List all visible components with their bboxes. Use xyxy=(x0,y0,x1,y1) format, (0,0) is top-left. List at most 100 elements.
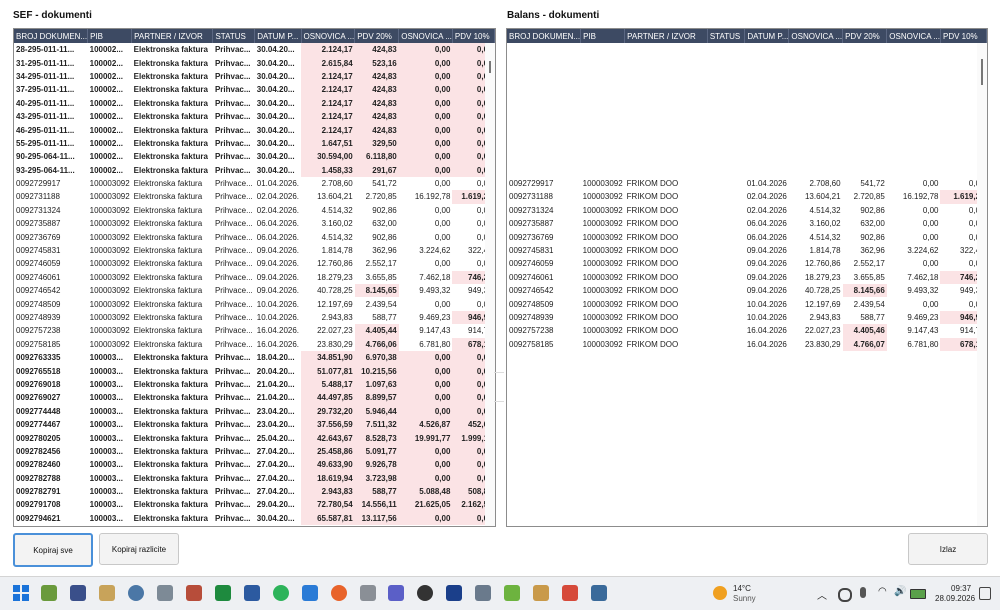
column-header[interactable]: DATUM P... xyxy=(744,29,790,43)
sync-icon[interactable] xyxy=(838,588,852,602)
table-row[interactable]: 0092769018 100003... Elektronska faktura Pr… xyxy=(14,377,495,392)
table-row[interactable]: 0092746061 100003092 FRIKOM DOO 09.04.2026 1… xyxy=(507,270,987,285)
table-row[interactable]: 0092763335 100003... Elektronska faktura Pr… xyxy=(14,350,495,365)
table-row[interactable]: 46-295-011-11... 100002... Elektronska fak… xyxy=(14,123,495,137)
microphone-icon[interactable] xyxy=(860,587,866,598)
column-header[interactable]: OSNOVICA ... xyxy=(788,29,844,43)
table-row[interactable]: 0092758185 100003092 FRIKOM DOO 16.04.2026 2… xyxy=(507,337,987,351)
table-row[interactable]: 43-295-011-11... 100002... Elektronska fak… xyxy=(14,109,495,124)
column-header[interactable]: STATUS xyxy=(212,29,256,43)
table-row[interactable]: 55-295-011-11... 100002... Elektronska fak… xyxy=(14,136,495,151)
app-icon-3[interactable] xyxy=(99,585,115,601)
sef-scrollbar[interactable] xyxy=(485,43,495,526)
column-header[interactable]: OSNOVICA ... xyxy=(398,29,453,43)
column-header[interactable]: BROJ DOKUMEN... xyxy=(14,29,89,43)
table-row[interactable]: 0092735887 100003092 FRIKOM DOO 06.04.2026 3… xyxy=(507,217,987,230)
table-row[interactable]: 0092748939 100003092 FRIKOM DOO 10.04.2026 2… xyxy=(507,310,987,325)
notifications-icon[interactable] xyxy=(979,587,991,600)
column-header[interactable]: PDV 20% xyxy=(354,29,400,43)
table-row[interactable]: 93-295-064-11... 100002... Elektronska fak… xyxy=(14,163,495,177)
spreadsheet-icon[interactable] xyxy=(215,585,231,601)
column-header[interactable]: OSNOVICA ... xyxy=(301,29,356,43)
chevron-up-icon[interactable]: ︿ xyxy=(817,587,827,602)
table-row[interactable]: 31-295-011-11... 100002... Elektronska fak… xyxy=(14,56,495,70)
table-row[interactable]: 0092736769 100003092 Elektronska faktura Pr… xyxy=(14,230,495,243)
table-row[interactable]: 0092729917 100003092 Elektronska faktura Pr… xyxy=(14,177,495,190)
volume-icon[interactable]: 🔊 xyxy=(894,586,906,597)
app-icon-19[interactable] xyxy=(562,585,578,601)
column-header[interactable]: OSNOVICA ... xyxy=(886,29,941,43)
table-row[interactable]: 90-295-064-11... 100002... Elektronska fak… xyxy=(14,150,495,164)
database-icon[interactable] xyxy=(128,585,144,601)
table-row[interactable]: 34-295-011-11... 100002... Elektronska fak… xyxy=(14,69,495,84)
tools-icon[interactable] xyxy=(360,585,376,601)
panel-splitter[interactable] xyxy=(494,372,504,402)
balans-grid[interactable]: BROJ DOKUMEN... PIB PARTNER / IZVOR STATUS D… xyxy=(506,28,988,527)
app-icon-20[interactable] xyxy=(591,585,607,601)
table-row[interactable]: 0092782456 100003... Elektronska faktura Pr… xyxy=(14,444,495,459)
table-row[interactable]: 0092746061 100003092 Elektronska faktura Pr… xyxy=(14,270,495,285)
balans-scrollbar[interactable] xyxy=(977,43,987,526)
table-row[interactable]: 0092780205 100003... Elektronska faktura Pr… xyxy=(14,431,495,445)
table-row[interactable]: 0092729917 100003092 FRIKOM DOO 01.04.2026 2… xyxy=(507,177,987,190)
remote-desktop-icon[interactable] xyxy=(244,585,260,601)
table-row[interactable]: 0092757238 100003092 Elektronska faktura Pr… xyxy=(14,324,495,338)
app-icon-18[interactable] xyxy=(533,585,549,601)
table-row[interactable]: 0092745831 100003092 Elektronska faktura Pr… xyxy=(14,244,495,257)
chat-icon[interactable] xyxy=(273,585,289,601)
table-row[interactable]: 0092731188 100003092 Elektronska faktura Pr… xyxy=(14,190,495,204)
app-icon-10[interactable] xyxy=(302,585,318,601)
table-row[interactable]: 0092774448 100003... Elektronska faktura Pr… xyxy=(14,404,495,418)
column-header[interactable]: STATUS xyxy=(707,29,746,43)
column-header[interactable]: PIB xyxy=(87,29,133,43)
clock-date[interactable]: 28.09.2026 xyxy=(935,594,975,603)
sef-grid[interactable]: BROJ DOKUMEN... PIB PARTNER / IZVOR STATUS D… xyxy=(13,28,496,527)
table-row[interactable]: 0092748939 100003092 Elektronska faktura Pr… xyxy=(14,310,495,325)
wifi-icon[interactable]: ◠ xyxy=(878,586,887,597)
table-row[interactable]: 0092758185 100003092 Elektronska faktura Pr… xyxy=(14,337,495,351)
column-header[interactable]: DATUM P... xyxy=(254,29,302,43)
table-row[interactable]: 0092735887 100003092 Elektronska faktura Pr… xyxy=(14,217,495,230)
column-header[interactable]: BROJ DOKUMEN... xyxy=(507,29,582,43)
table-row[interactable]: 0092746542 100003092 Elektronska faktura Pr… xyxy=(14,284,495,298)
table-row[interactable]: 0092746542 100003092 FRIKOM DOO 09.04.2026 4… xyxy=(507,284,987,298)
app-icon-16[interactable] xyxy=(475,585,491,601)
table-row[interactable]: 0092794621 100003... Elektronska faktura Pr… xyxy=(14,511,495,526)
table-row[interactable]: 0092765518 100003... Elektronska faktura Pr… xyxy=(14,364,495,378)
table-row[interactable]: 0092782791 100003... Elektronska faktura Pr… xyxy=(14,484,495,499)
app-icon-17[interactable] xyxy=(504,585,520,601)
column-header[interactable]: PARTNER / IZVOR xyxy=(624,29,708,43)
save-icon[interactable] xyxy=(70,585,86,601)
column-header[interactable]: PARTNER / IZVOR xyxy=(131,29,214,43)
app-icon-1[interactable] xyxy=(41,585,57,601)
table-row[interactable]: 0092736769 100003092 FRIKOM DOO 06.04.2026 4… xyxy=(507,230,987,243)
table-row[interactable]: 0092745831 100003092 FRIKOM DOO 09.04.2026 1… xyxy=(507,244,987,257)
windows-start-icon[interactable] xyxy=(13,585,29,601)
column-header[interactable]: PDV 10% xyxy=(452,29,495,43)
table-row[interactable]: 0092782788 100003... Elektronska faktura Pr… xyxy=(14,471,495,485)
table-row[interactable]: 0092746059 100003092 FRIKOM DOO 09.04.2026 1… xyxy=(507,257,987,270)
exit-button[interactable]: Izlaz xyxy=(908,533,988,565)
clock-time[interactable]: 09:37 xyxy=(951,584,971,593)
table-row[interactable]: 0092748509 100003092 FRIKOM DOO 10.04.2026 1… xyxy=(507,297,987,310)
column-header[interactable]: PDV 10% xyxy=(940,29,987,43)
table-row[interactable]: 0092748509 100003092 Elektronska faktura Pr… xyxy=(14,297,495,310)
table-row[interactable]: 0092782460 100003... Elektronska faktura Pr… xyxy=(14,458,495,472)
firefox-icon[interactable] xyxy=(331,585,347,601)
app-icon-15[interactable] xyxy=(446,585,462,601)
battery-icon[interactable] xyxy=(910,589,926,599)
table-row[interactable]: 28-295-011-11... 100002... Elektronska fak… xyxy=(14,43,495,57)
table-row[interactable]: 0092769027 100003... Elektronska faktura Pr… xyxy=(14,391,495,405)
column-header[interactable]: PDV 20% xyxy=(842,29,888,43)
table-row[interactable]: 37-295-011-11... 100002... Elektronska fak… xyxy=(14,83,495,97)
teams-icon[interactable] xyxy=(388,585,404,601)
table-row[interactable]: 0092746059 100003092 Elektronska faktura Pr… xyxy=(14,257,495,270)
table-row[interactable]: 0092774467 100003... Elektronska faktura Pr… xyxy=(14,417,495,432)
app-icon-5[interactable] xyxy=(157,585,173,601)
app-icon-14[interactable] xyxy=(417,585,433,601)
table-row[interactable]: 0092731188 100003092 FRIKOM DOO 02.04.2026 1… xyxy=(507,190,987,204)
copy-different-button[interactable]: Kopiraj razlicite xyxy=(99,533,179,565)
table-row[interactable]: 0092731324 100003092 Elektronska faktura Pr… xyxy=(14,204,495,217)
column-header[interactable]: PIB xyxy=(580,29,626,43)
table-row[interactable]: 0092731324 100003092 FRIKOM DOO 02.04.2026 4… xyxy=(507,204,987,217)
